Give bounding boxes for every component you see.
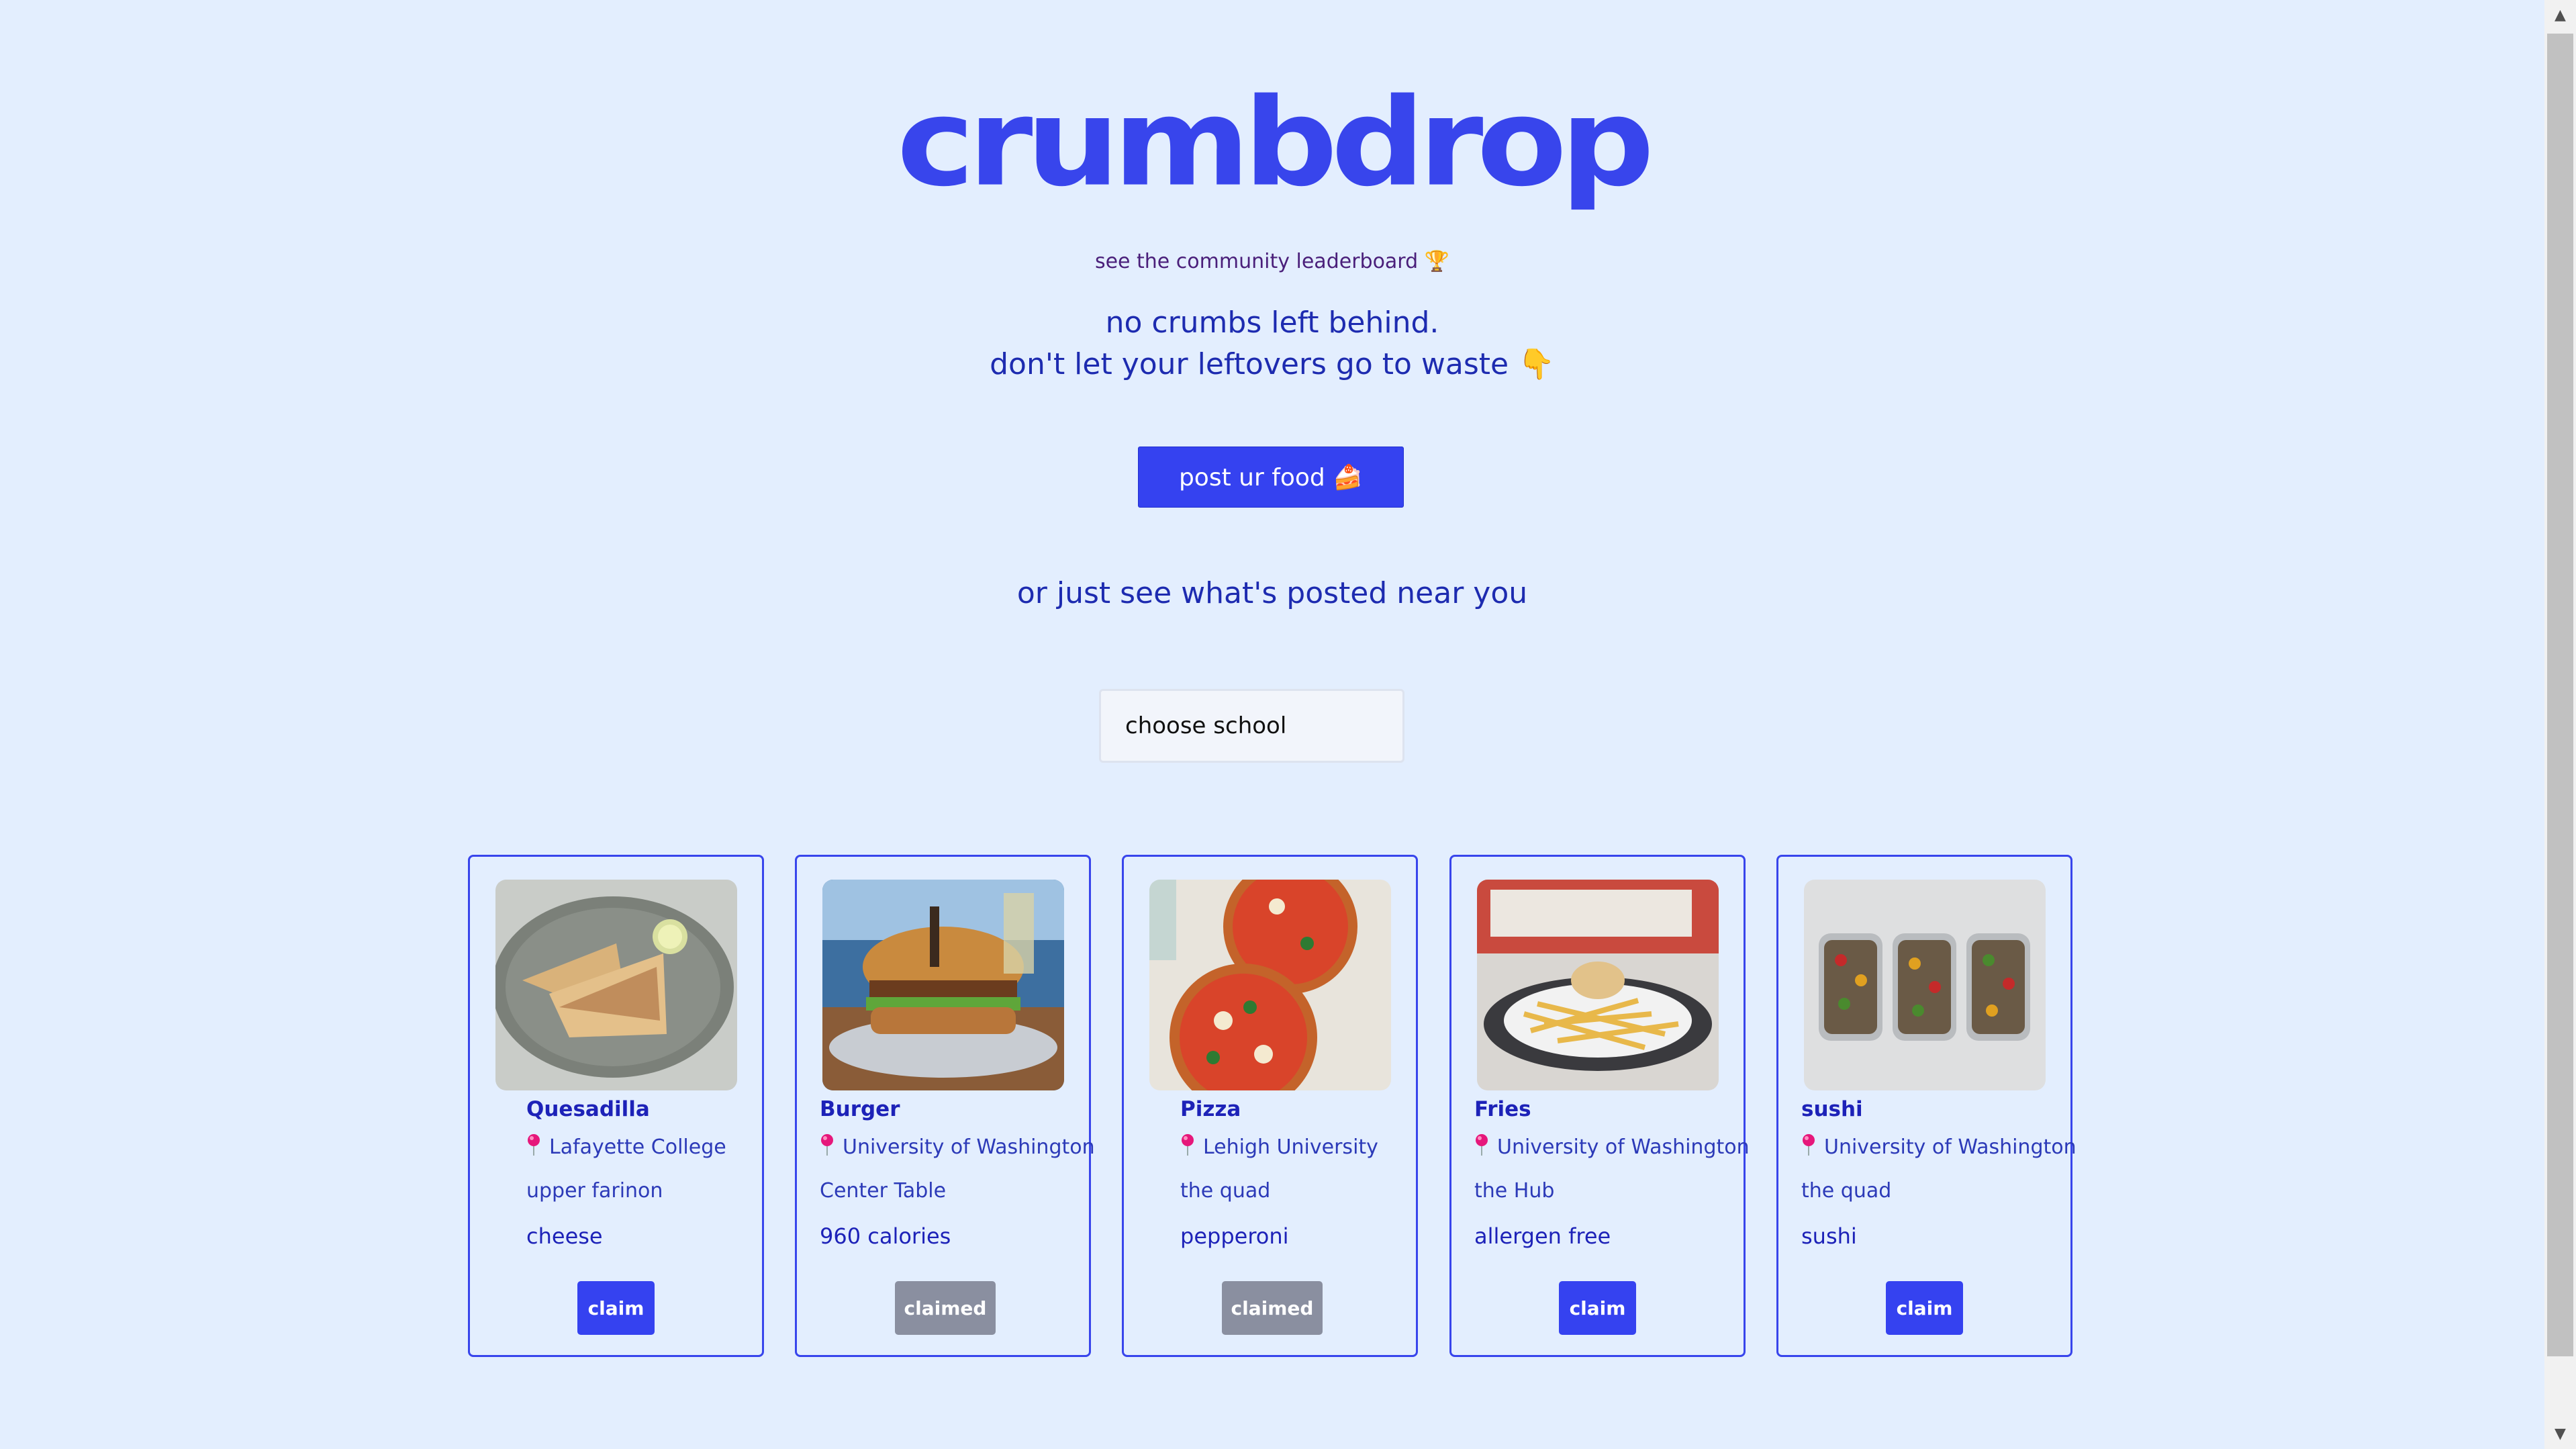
food-detail: cheese <box>526 1223 603 1249</box>
school-select[interactable]: choose school <box>1099 689 1404 763</box>
food-card: sushi University of Washington the quad … <box>1776 855 2077 1357</box>
scrollbar-thumb[interactable] <box>2547 34 2573 1356</box>
pickup-location: upper farinon <box>526 1179 663 1203</box>
quesadilla-photo <box>495 880 737 1090</box>
pizza-photo <box>1149 880 1391 1090</box>
school-line: Lafayette College <box>526 1133 726 1159</box>
claim-button[interactable]: claim <box>1886 1281 1963 1335</box>
fries-photo <box>1477 880 1719 1090</box>
food-detail: allergen free <box>1474 1223 1611 1249</box>
school-select-value: choose school <box>1125 712 1287 739</box>
food-detail: pepperoni <box>1180 1223 1289 1249</box>
near-you-heading: or just see what's posted near you <box>1016 576 1528 610</box>
pushpin-icon <box>1801 1133 1816 1156</box>
pickup-location: the quad <box>1180 1179 1271 1203</box>
tagline: no crumbs left behind. don't let your le… <box>0 302 2544 385</box>
tagline-line-2: don't let your leftovers go to waste 👇 <box>990 347 1555 381</box>
claim-button[interactable]: claim <box>1559 1281 1636 1335</box>
food-name: Pizza <box>1180 1097 1241 1121</box>
claim-button[interactable]: claim <box>577 1281 655 1335</box>
school-name: Lehigh University <box>1203 1135 1378 1159</box>
scroll-down-arrow-icon[interactable]: ▼ <box>2544 1419 2576 1449</box>
pushpin-icon <box>526 1133 541 1156</box>
leaderboard-link[interactable]: see the community leaderboard 🏆 <box>0 250 2544 273</box>
food-name: Quesadilla <box>526 1097 650 1121</box>
scroll-up-arrow-icon[interactable]: ▲ <box>2544 0 2576 30</box>
pickup-location: Center Table <box>820 1179 947 1203</box>
food-name: Fries <box>1474 1097 1531 1121</box>
school-name: University of Washington <box>1497 1135 1750 1159</box>
sushi-photo <box>1804 880 2046 1090</box>
claimed-button[interactable]: claimed <box>895 1281 996 1335</box>
school-line: University of Washington <box>1474 1133 1750 1159</box>
school-line: Lehigh University <box>1180 1133 1378 1159</box>
crumbdrop-logo: crumbdrop <box>896 73 1655 214</box>
food-name: Burger <box>820 1097 900 1121</box>
pushpin-icon <box>1474 1133 1489 1156</box>
pushpin-icon <box>1180 1133 1195 1156</box>
burger-photo <box>822 880 1064 1090</box>
food-card: Pizza Lehigh University the quad peppero… <box>1122 855 1418 1357</box>
pushpin-icon <box>820 1133 834 1156</box>
school-line: University of Washington <box>1801 1133 2077 1159</box>
food-name: sushi <box>1801 1097 1863 1121</box>
food-card: Fries University of Washington the Hub a… <box>1449 855 1750 1357</box>
post-food-button[interactable]: post ur food 🍰 <box>1138 447 1404 508</box>
school-name: University of Washington <box>1824 1135 2077 1159</box>
school-name: University of Washington <box>843 1135 1095 1159</box>
vertical-scrollbar[interactable]: ▲ ▼ <box>2544 0 2576 1449</box>
pickup-location: the Hub <box>1474 1179 1555 1203</box>
pickup-location: the quad <box>1801 1179 1892 1203</box>
food-detail: sushi <box>1801 1223 1857 1249</box>
food-card: Burger University of Washington Center T… <box>795 855 1095 1357</box>
tagline-line-1: no crumbs left behind. <box>1105 306 1439 340</box>
food-card: Quesadilla Lafayette College upper farin… <box>468 855 764 1357</box>
school-name: Lafayette College <box>549 1135 726 1159</box>
school-line: University of Washington <box>820 1133 1095 1159</box>
page: crumbdrop see the community leaderboard … <box>0 0 2544 1449</box>
claimed-button[interactable]: claimed <box>1222 1281 1323 1335</box>
food-detail: 960 calories <box>820 1223 951 1249</box>
